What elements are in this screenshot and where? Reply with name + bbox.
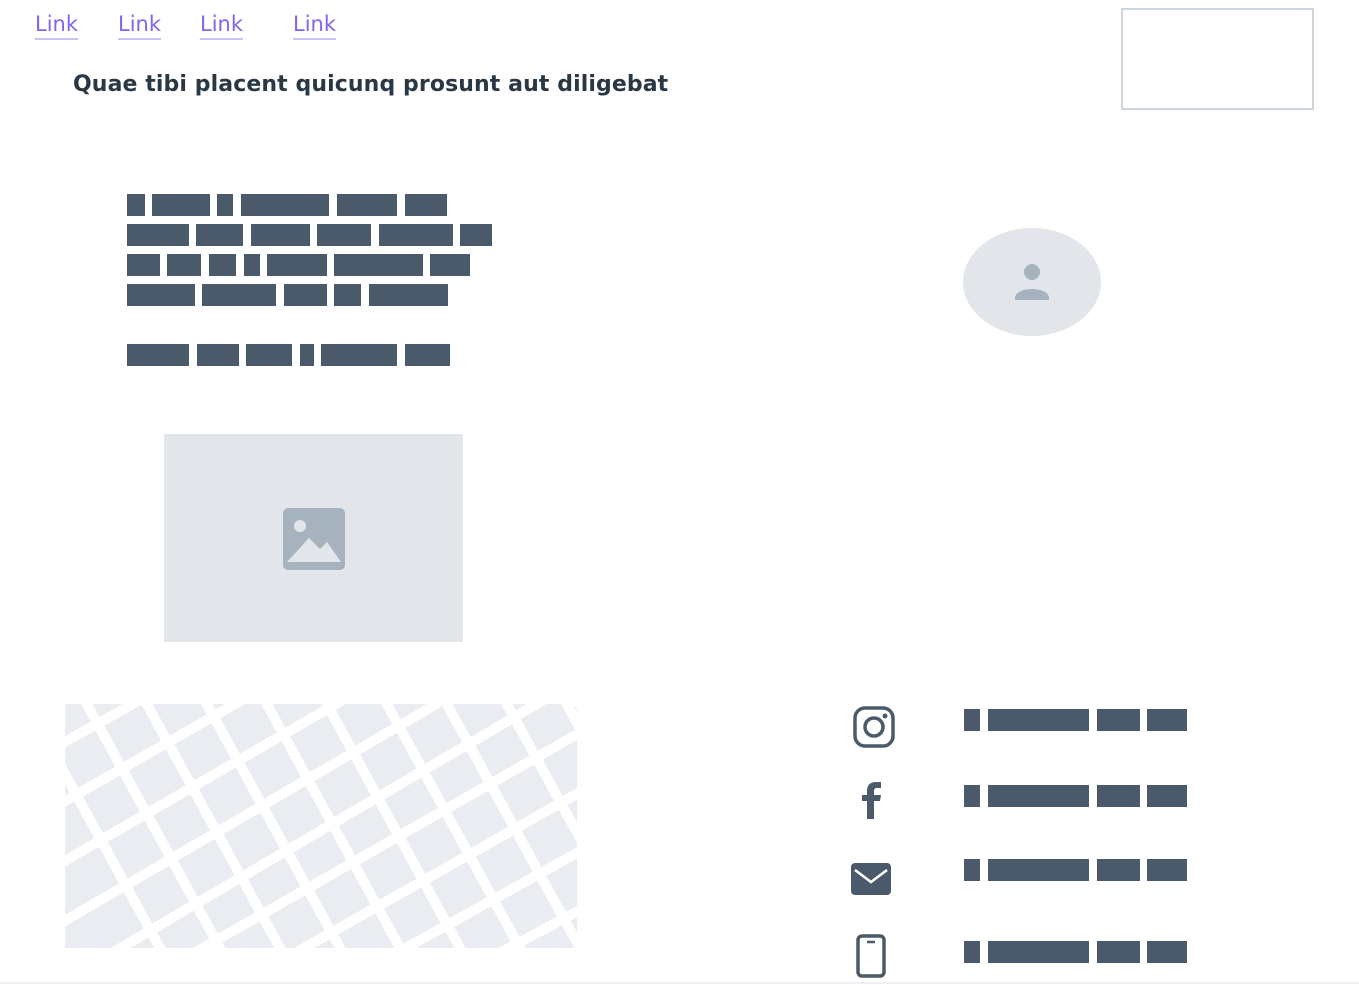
- map-placeholder: [65, 704, 577, 948]
- nav-link-3[interactable]: Link: [200, 10, 244, 40]
- facebook-icon[interactable]: [850, 778, 894, 822]
- nav-link-1[interactable]: Link: [35, 10, 79, 40]
- image-icon: [283, 508, 345, 570]
- nav-link-2[interactable]: Link: [118, 10, 162, 40]
- mail-icon[interactable]: [849, 857, 893, 901]
- footer-divider: [0, 982, 1359, 984]
- image-placeholder: [164, 434, 463, 642]
- logo-placeholder-box: [1121, 8, 1314, 110]
- avatar: [963, 228, 1101, 336]
- instagram-icon[interactable]: [852, 705, 896, 749]
- nav-link-4[interactable]: Link: [293, 10, 337, 40]
- user-icon: [1015, 264, 1049, 300]
- page-title: Quae tibi placent quicunq prosunt aut di…: [73, 72, 669, 97]
- phone-icon[interactable]: [849, 934, 893, 978]
